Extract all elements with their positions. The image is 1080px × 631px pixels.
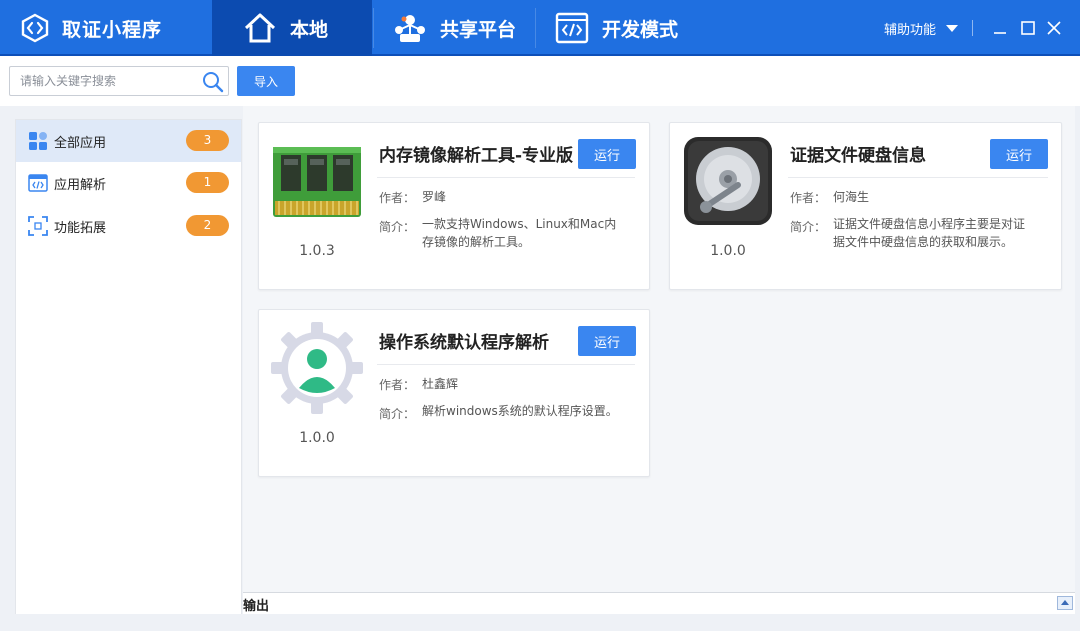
sidebar-item-label: 功能拓展 xyxy=(54,220,107,236)
app-title: 操作系统默认程序解析 xyxy=(379,333,549,353)
sidebar-item-label: 应用解析 xyxy=(54,177,107,193)
app-title: 内存镜像解析工具-专业版 xyxy=(379,146,574,166)
desc-line: 存镜像的解析工具。 xyxy=(422,235,531,249)
run-button[interactable]: 运行 xyxy=(578,139,636,169)
output-label: 输出 xyxy=(243,599,270,614)
user-gear-icon xyxy=(271,322,363,414)
title-bar: 取证小程序 本地 共享平台 开发模式 辅助功能 xyxy=(0,0,1080,56)
code-window-icon xyxy=(28,174,48,192)
author-label: 作者： xyxy=(379,191,416,205)
app-title: 取证小程序 xyxy=(62,18,163,41)
assist-menu-label: 辅助功能 xyxy=(884,23,937,38)
expand-icon xyxy=(28,216,48,236)
app-card: 1.0.3 内存镜像解析工具-专业版 运行 作者： 罗峰 简介： 一款支持Win… xyxy=(258,122,650,290)
count-badge: 2 xyxy=(186,215,229,236)
author-value: 罗峰 xyxy=(422,190,447,204)
card-divider xyxy=(788,177,1048,178)
tab-share-platform[interactable]: 共享平台 xyxy=(374,0,534,56)
app-version: 1.0.0 xyxy=(299,430,335,446)
desc-line: 一款支持Windows、Linux和Mac内 xyxy=(422,217,617,231)
desc-line: 证据文件硬盘信息小程序主要是对证 xyxy=(833,217,1026,231)
content-area: 1.0.3 内存镜像解析工具-专业版 运行 作者： 罗峰 简介： 一款支持Win… xyxy=(243,106,1075,592)
desc-label: 简介： xyxy=(379,220,416,234)
title-separator xyxy=(972,20,973,36)
output-panel: 输出 xyxy=(243,592,1075,614)
app-card: 1.0.0 操作系统默认程序解析 运行 作者： 杜鑫辉 简介： 解析window… xyxy=(258,309,650,477)
app-version: 1.0.0 xyxy=(710,243,746,259)
share-network-icon xyxy=(395,15,425,42)
maximize-icon[interactable] xyxy=(1018,18,1038,38)
app-card: 1.0.0 证据文件硬盘信息 运行 作者： 何海生 简介： 证据文件硬盘信息小程… xyxy=(669,122,1062,290)
tab-dev-mode[interactable]: 开发模式 xyxy=(536,0,706,56)
hard-disk-icon xyxy=(684,137,772,225)
sidebar-item-label: 全部应用 xyxy=(54,135,107,151)
memory-chip-icon xyxy=(273,147,361,217)
assist-menu[interactable]: 辅助功能 xyxy=(884,19,959,38)
sidebar: 全部应用 3 应用解析 1 功能拓展 2 xyxy=(15,119,242,615)
app-title: 证据文件硬盘信息 xyxy=(790,146,926,166)
app-brand: 取证小程序 xyxy=(0,0,212,56)
window-bottom-frame xyxy=(0,614,1080,631)
author-value: 何海生 xyxy=(833,190,870,204)
toolbar: 导入 xyxy=(0,56,1080,106)
author-value: 杜鑫辉 xyxy=(422,377,459,391)
author-label: 作者： xyxy=(379,378,416,392)
search-box xyxy=(9,66,229,96)
desc-line: 解析windows系统的默认程序设置。 xyxy=(422,404,618,418)
search-icon[interactable] xyxy=(202,71,224,93)
close-icon[interactable] xyxy=(1044,18,1064,38)
author-label: 作者： xyxy=(790,191,827,205)
import-button[interactable]: 导入 xyxy=(237,66,295,96)
app-logo-icon xyxy=(21,13,49,43)
search-input[interactable] xyxy=(10,67,198,95)
minimize-icon[interactable] xyxy=(990,18,1010,38)
caret-up-icon xyxy=(1061,600,1069,605)
card-divider xyxy=(377,177,635,178)
grid-apps-icon xyxy=(29,132,47,150)
run-button[interactable]: 运行 xyxy=(578,326,636,356)
tab-dev-mode-label: 开发模式 xyxy=(602,18,679,41)
home-icon xyxy=(244,13,276,43)
sidebar-item-all-apps[interactable]: 全部应用 3 xyxy=(16,120,241,162)
count-badge: 3 xyxy=(186,130,229,151)
caret-down-icon xyxy=(946,25,959,32)
card-divider xyxy=(377,364,635,365)
app-version: 1.0.3 xyxy=(299,243,335,259)
desc-label: 简介： xyxy=(790,220,827,234)
tab-local-label: 本地 xyxy=(290,18,329,41)
expand-output-button[interactable] xyxy=(1057,596,1073,610)
tab-local[interactable]: 本地 xyxy=(212,0,372,56)
code-window-icon xyxy=(555,12,589,44)
tab-share-platform-label: 共享平台 xyxy=(440,18,517,41)
desc-label: 简介： xyxy=(379,407,416,421)
sidebar-item-app-parse[interactable]: 应用解析 1 xyxy=(16,162,241,204)
sidebar-item-extensions[interactable]: 功能拓展 2 xyxy=(16,205,241,247)
count-badge: 1 xyxy=(186,172,229,193)
run-button[interactable]: 运行 xyxy=(990,139,1048,169)
desc-line: 据文件中硬盘信息的获取和展示。 xyxy=(833,235,1014,249)
